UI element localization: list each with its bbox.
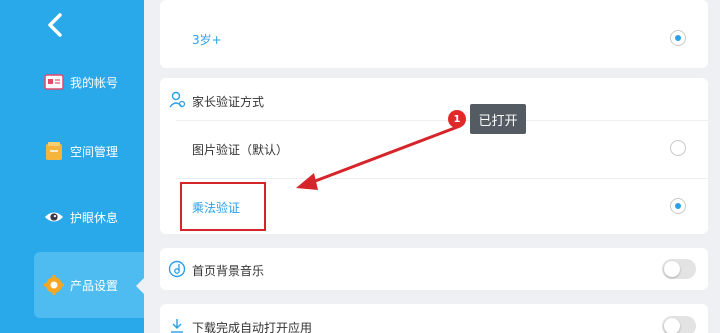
eye-icon (44, 207, 64, 227)
highlight-box (180, 182, 266, 231)
step-badge: 1 (448, 110, 466, 128)
opened-tooltip: 已打开 (470, 104, 526, 134)
home-music-title: 首页背景音乐 (192, 264, 265, 278)
auto-open-toggle[interactable] (662, 316, 696, 333)
home-music-card: 首页背景音乐 (160, 248, 708, 290)
parent-verify-title: 家长验证方式 (192, 95, 265, 109)
active-indicator (136, 278, 144, 294)
verify-option-label: 图片验证（默认） (192, 143, 289, 157)
gear-icon (44, 275, 64, 295)
auto-open-title: 下载完成自动打开应用 (192, 321, 313, 333)
sidebar-item-storage[interactable]: 空间管理 (0, 121, 144, 181)
download-icon (168, 317, 186, 333)
sidebar-item-product-settings[interactable]: 产品设置 (34, 252, 144, 318)
sidebar-item-label: 空间管理 (70, 144, 119, 159)
verify-radio-picture[interactable] (670, 140, 686, 156)
sidebar-item-eye-rest[interactable]: 护眼休息 (0, 187, 144, 247)
verify-option-picture[interactable]: 图片验证（默认） (160, 121, 708, 177)
age-radio[interactable] (670, 30, 686, 46)
age-option-label: 3岁+ (192, 33, 222, 47)
verify-radio-multiplication[interactable] (670, 198, 686, 214)
sidebar: 我的帐号 空间管理 护眼休息 产品设置 (0, 0, 144, 333)
sidebar-item-label: 产品设置 (70, 278, 119, 293)
home-music-toggle[interactable] (662, 259, 696, 279)
sidebar-item-label: 护眼休息 (70, 210, 119, 225)
auto-open-card: 下载完成自动打开应用 (160, 304, 708, 333)
age-option-row[interactable]: 3岁+ (160, 0, 708, 68)
back-icon[interactable] (44, 12, 68, 38)
parent-icon (168, 91, 186, 109)
age-card: 3岁+ (160, 0, 708, 68)
music-icon (168, 260, 186, 278)
sidebar-item-label: 我的帐号 (70, 75, 119, 90)
sidebar-item-my-account[interactable]: 我的帐号 (0, 52, 144, 112)
account-icon (44, 72, 64, 92)
storage-icon (44, 141, 64, 161)
